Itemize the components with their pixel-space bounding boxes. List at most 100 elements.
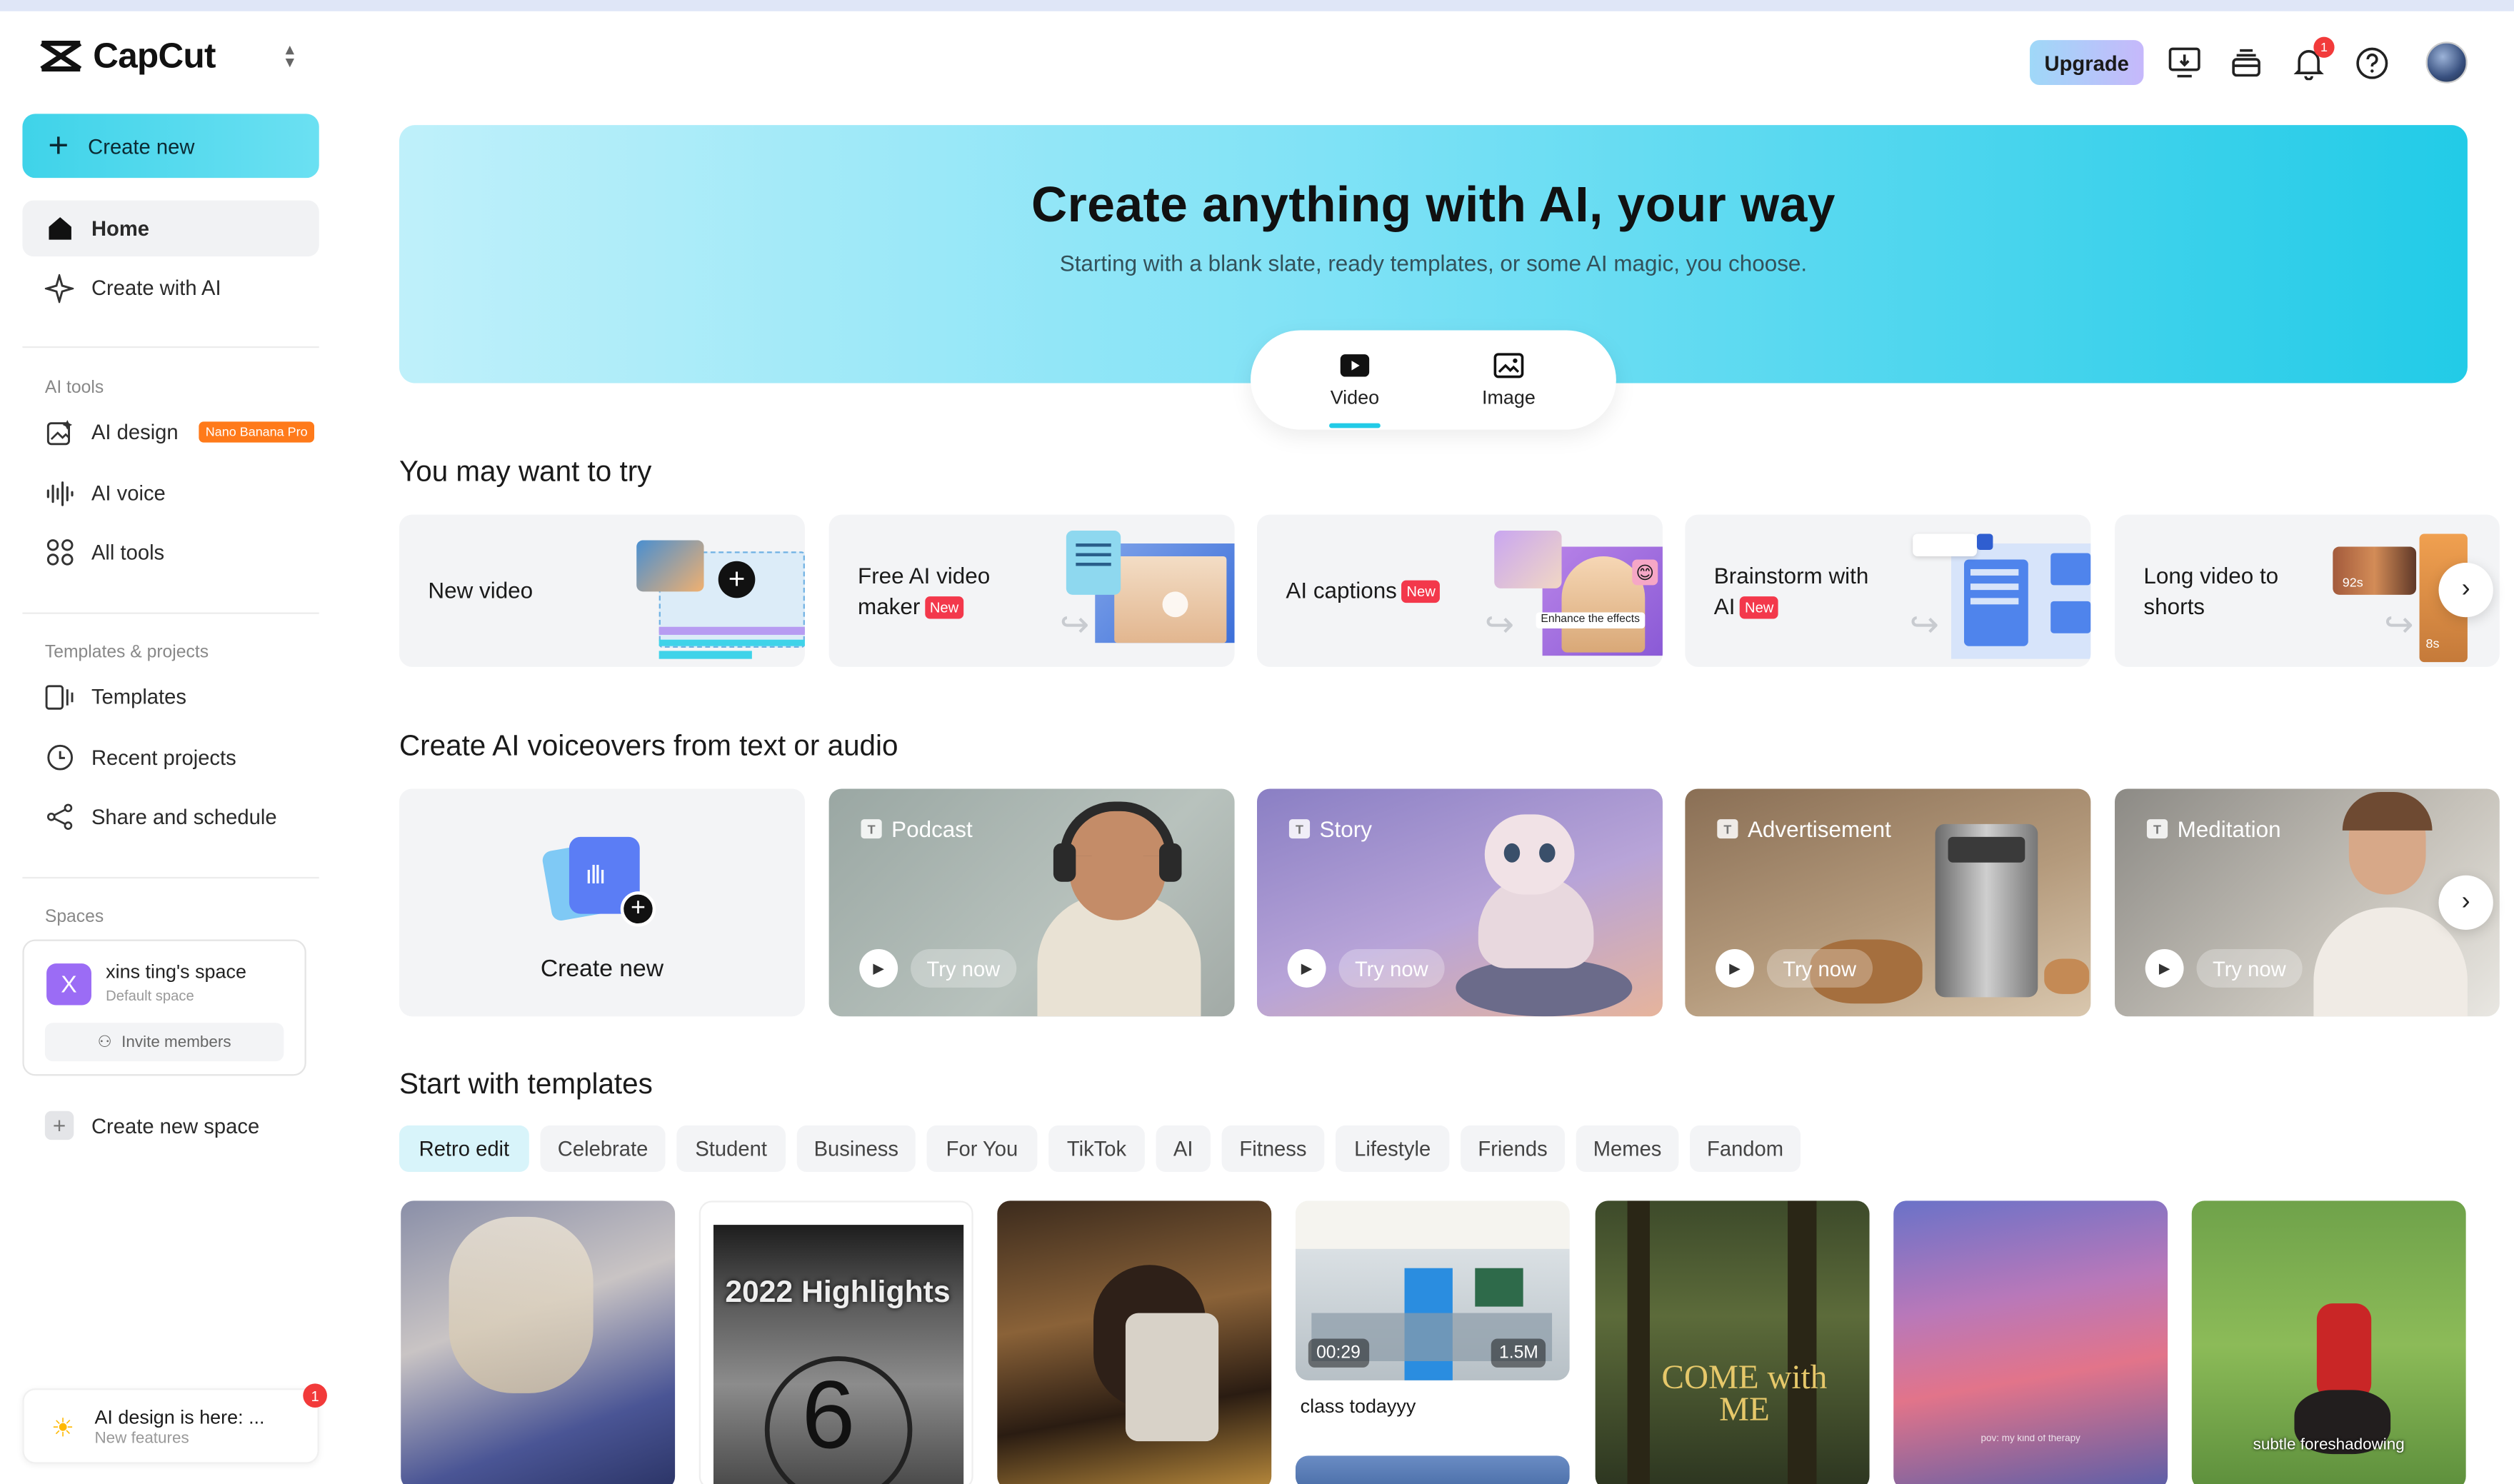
create-new-space-button[interactable]: + Create new space [44, 1111, 260, 1140]
help-icon[interactable] [2354, 45, 2389, 80]
podcast-host-image [1024, 801, 1201, 1017]
sidebar-item-ai-design[interactable]: AI design Nano Banana Pro [22, 404, 319, 461]
chip-tiktok[interactable]: TikTok [1048, 1125, 1145, 1173]
text-icon: T [1717, 819, 1738, 839]
play-button[interactable]: ▶ [2145, 948, 2184, 988]
try-card-brainstorm-with-ai[interactable]: Brainstorm with AI New ↪ [1685, 514, 2091, 667]
card-label-line2: shorts [2143, 593, 2205, 619]
template-card[interactable] [997, 1200, 1272, 1484]
sidebar-divider [22, 612, 319, 614]
card-label: New video [428, 577, 534, 603]
play-icon: ▶ [873, 959, 884, 976]
person-add-icon: ⚇ [97, 1033, 112, 1051]
try-section-title: You may want to try [399, 455, 652, 488]
sidebar-item-share-schedule[interactable]: Share and schedule [22, 788, 319, 845]
hero-title: Create anything with AI, your way [1031, 176, 1836, 233]
sidebar-item-label: Share and schedule [91, 804, 277, 829]
capcut-logo[interactable]: CapCut [39, 35, 216, 76]
app-name: CapCut [93, 35, 216, 76]
chip-retro-edit[interactable]: Retro edit [399, 1125, 529, 1173]
template-card[interactable]: subtle foreshadowing [2191, 1200, 2466, 1484]
video-duration: 00:29 [1308, 1338, 1369, 1368]
chip-memes[interactable]: Memes [1576, 1125, 1679, 1173]
duration-overlay-2: 8s [2425, 636, 2440, 651]
try-now-button[interactable]: Try now [1766, 948, 1873, 988]
plus-icon: + [44, 1111, 74, 1140]
stack-icon[interactable] [2228, 45, 2263, 80]
voice-carousel-next-button[interactable]: › [2438, 875, 2493, 931]
plus-icon: + [48, 125, 69, 166]
upgrade-button[interactable]: Upgrade [2030, 40, 2144, 85]
chip-business[interactable]: Business [796, 1125, 916, 1173]
sidebar-item-label: All tools [91, 540, 165, 565]
card-label-line1: AI captions [1286, 577, 1397, 603]
try-carousel-next-button[interactable]: › [2438, 562, 2493, 618]
active-tab-indicator [1329, 423, 1381, 428]
media-type-tabs: Video Image [1251, 330, 1616, 430]
ai-video-illustration: ↪ [1053, 528, 1235, 667]
workspace-switch-icon[interactable]: ▴ ▾ [286, 41, 294, 71]
template-card-class-todayyy[interactable]: 00:29 1.5M class todayyy [1295, 1200, 1570, 1484]
chip-fandom[interactable]: Fandom [1690, 1125, 1801, 1173]
play-button[interactable]: ▶ [1287, 948, 1326, 988]
chip-student[interactable]: Student [676, 1125, 786, 1173]
create-new-button[interactable]: + Create new [22, 114, 319, 179]
monitor-download-icon[interactable] [2166, 45, 2201, 80]
new-badge: New [925, 596, 964, 620]
voice-card-story[interactable]: T Story ▶ Try now [1257, 788, 1663, 1017]
template-card[interactable]: 2022 Highlights 6 [698, 1200, 973, 1484]
create-new-space-label: Create new space [91, 1113, 260, 1138]
space-card[interactable]: X xins ting's space Default space ⚇ Invi… [22, 939, 306, 1076]
ai-captions-illustration: 😊 Enhance the effects ↪ [1481, 528, 1663, 667]
voice-create-new-card[interactable]: ıllı + Create new [399, 788, 805, 1017]
voice-card-advertisement[interactable]: T Advertisement ▶ Try now [1685, 788, 2091, 1017]
whats-new-notice[interactable]: ☀ AI design is here: ... New features 1 [22, 1383, 327, 1464]
nano-banana-badge: Nano Banana Pro [199, 421, 314, 443]
chip-friends[interactable]: Friends [1461, 1125, 1566, 1173]
voice-create-label: Create new [540, 955, 664, 983]
card-label-line1: Long video to [2143, 562, 2279, 588]
chip-fitness[interactable]: Fitness [1221, 1125, 1325, 1173]
tab-video[interactable]: Video [1307, 351, 1403, 408]
user-avatar[interactable] [2425, 41, 2468, 84]
chip-celebrate[interactable]: Celebrate [540, 1125, 666, 1173]
play-button[interactable]: ▶ [859, 948, 898, 988]
try-now-button[interactable]: Try now [2196, 948, 2303, 988]
chip-for-you[interactable]: For You [926, 1125, 1038, 1173]
new-video-illustration: + [630, 528, 805, 667]
chevron-right-icon: › [2461, 575, 2470, 603]
waveform-icon: ıllı [585, 862, 606, 890]
chip-lifestyle[interactable]: Lifestyle [1336, 1125, 1450, 1173]
text-icon: T [2146, 819, 2168, 839]
hero-subtitle: Starting with a blank slate, ready templ… [1059, 250, 1808, 276]
duration-overlay: 92s [2342, 575, 2363, 591]
tab-image[interactable]: Image [1461, 351, 1557, 408]
template-card[interactable] [401, 1200, 676, 1484]
chip-ai[interactable]: AI [1156, 1125, 1211, 1173]
view-count: 1.5M [1491, 1338, 1547, 1368]
play-button[interactable]: ▶ [1716, 948, 1754, 988]
sidebar-item-templates[interactable]: Templates [22, 668, 319, 725]
voice-card-podcast[interactable]: T Podcast ▶ Try now [828, 788, 1235, 1017]
card-label: Free AI video maker New [858, 561, 990, 622]
play-icon: ▶ [1301, 959, 1313, 976]
try-card-ai-captions[interactable]: AI captions New 😊 Enhance the effects ↪ [1257, 514, 1663, 667]
text-icon: T [861, 819, 882, 839]
invite-members-button[interactable]: ⚇ Invite members [44, 1023, 284, 1062]
try-now-button[interactable]: Try now [1338, 948, 1445, 988]
voice-card-title: T Advertisement [1717, 816, 1891, 842]
space-avatar: X [46, 963, 91, 1006]
sidebar-item-all-tools[interactable]: All tools [22, 524, 319, 581]
template-caption: class todayyy [1300, 1395, 1416, 1418]
template-overlay-text: subtle foreshadowing [2253, 1436, 2405, 1455]
template-card[interactable]: COME with ME [1595, 1200, 1870, 1484]
try-card-free-ai-video-maker[interactable]: Free AI video maker New ↪ [828, 514, 1235, 667]
try-card-new-video[interactable]: New video + [399, 514, 805, 667]
notice-count-badge: 1 [303, 1383, 327, 1408]
sidebar-item-recent-projects[interactable]: Recent projects [22, 729, 319, 786]
capcut-logo-icon [40, 41, 82, 72]
try-now-button[interactable]: Try now [911, 948, 1016, 988]
sidebar-item-ai-voice[interactable]: AI voice [22, 465, 319, 521]
template-card[interactable]: pov: my kind of therapy [1893, 1200, 2168, 1484]
clock-icon [45, 743, 74, 772]
